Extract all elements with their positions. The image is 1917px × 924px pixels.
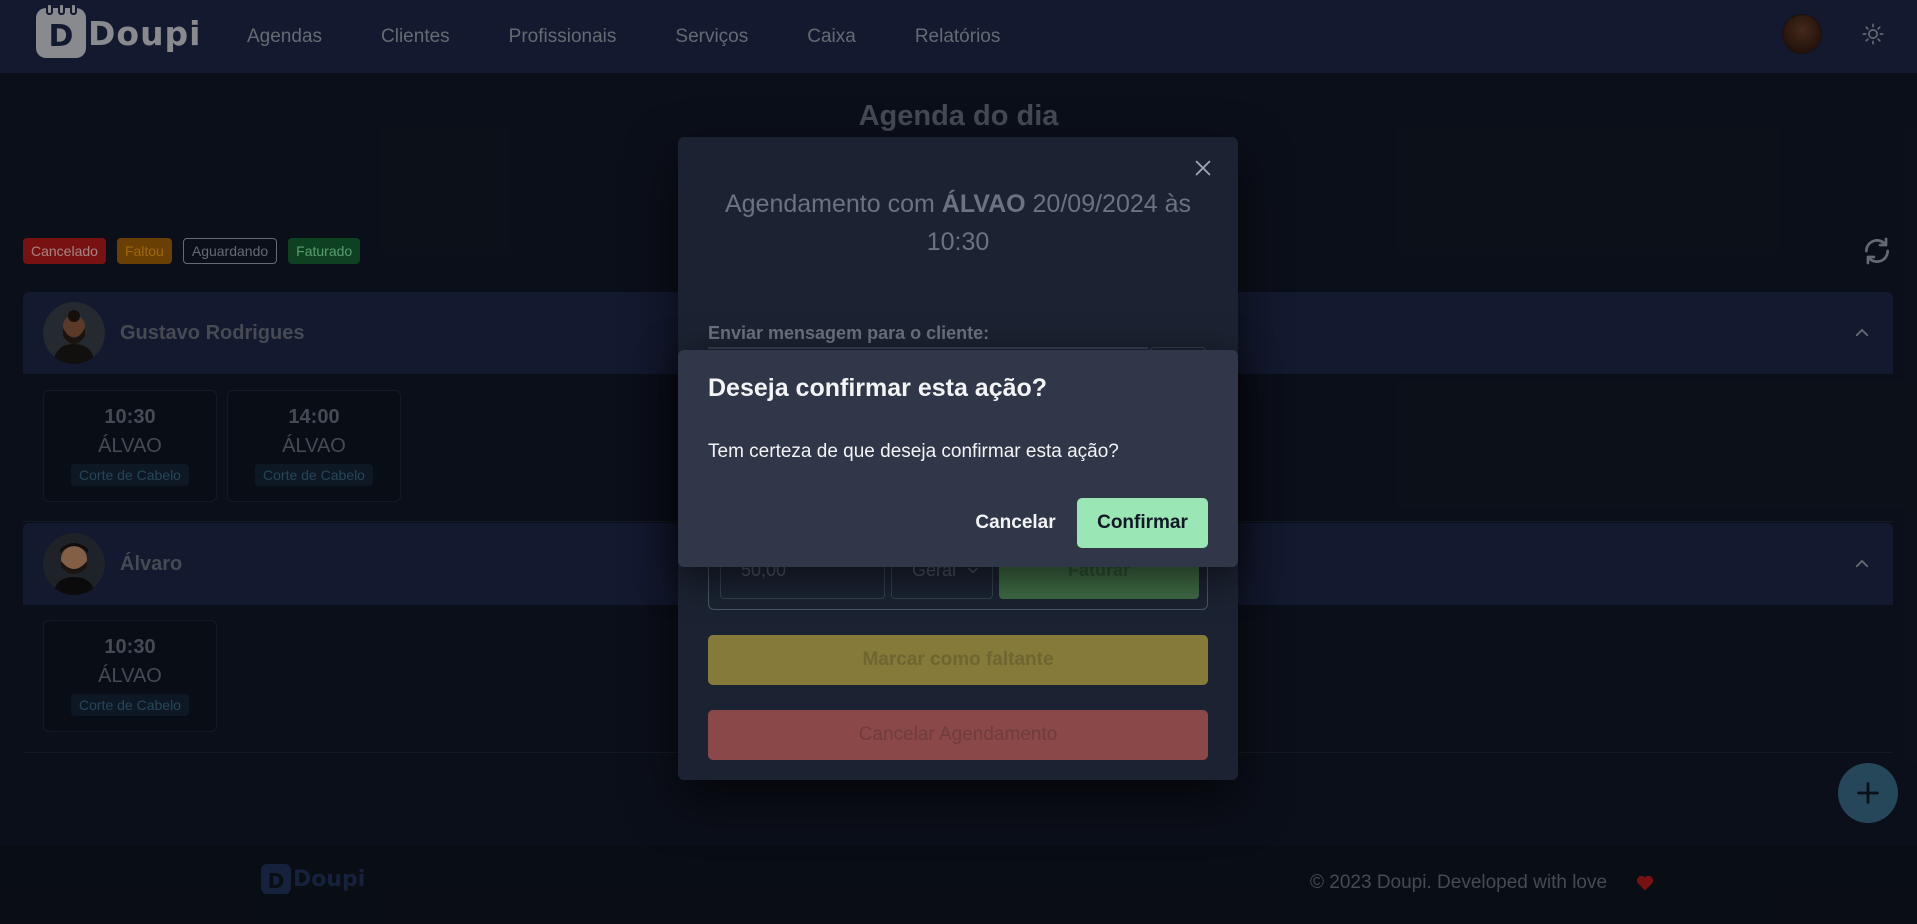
send-message-label: Enviar mensagem para o cliente: <box>708 323 990 343</box>
modal-title-prefix: Agendamento com <box>724 190 935 218</box>
cancel-button[interactable]: Cancelar <box>953 498 1078 548</box>
confirm-dialog-title: Deseja confirmar esta ação? <box>708 374 1048 402</box>
close-icon[interactable] <box>1192 157 1214 179</box>
confirm-dialog: Deseja confirmar esta ação? Tem certeza … <box>678 350 1238 567</box>
confirm-dialog-text: Tem certeza de que deseja confirmar esta… <box>708 441 1119 462</box>
confirm-button[interactable]: Confirmar <box>1077 498 1208 548</box>
message-input[interactable] <box>708 347 1148 349</box>
cancel-appointment-button[interactable]: Cancelar Agendamento <box>708 710 1208 760</box>
modal-title-client: ÁLVAO <box>941 190 1026 218</box>
mark-absent-button[interactable]: Marcar como faltante <box>708 635 1208 685</box>
modal-title: Agendamento com ÁLVAO 20/09/2024 às 10:3… <box>708 185 1208 261</box>
